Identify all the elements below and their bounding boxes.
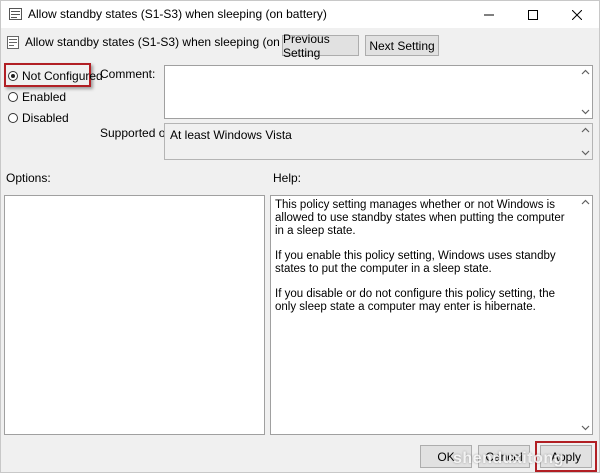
radio-unselected-icon [8,113,18,123]
help-panel[interactable]: This policy setting manages whether or n… [270,195,593,435]
help-paragraph: This policy setting manages whether or n… [275,199,565,237]
options-label: Options: [6,171,51,185]
radio-label: Enabled [22,90,67,104]
next-setting-button[interactable]: Next Setting [365,35,439,56]
window-title: Allow standby states (S1-S3) when sleepi… [28,7,327,21]
comment-label: Comment: [100,67,156,81]
scroll-up-icon[interactable] [581,69,590,75]
help-paragraph: If you enable this policy setting, Windo… [275,250,556,275]
scroll-up-icon[interactable] [581,199,590,205]
policy-app-icon [9,8,22,20]
supported-on-field: At least Windows Vista [164,123,593,160]
radio-enabled[interactable]: Enabled [8,90,66,104]
radio-disabled[interactable]: Disabled [8,111,69,125]
minimize-button[interactable] [467,1,511,28]
close-button[interactable] [555,1,599,28]
policy-name: Allow standby states (S1-S3) when sleepi… [25,35,324,49]
dialog-window: Allow standby states (S1-S3) when sleepi… [0,0,600,473]
policy-setting-icon [7,36,19,49]
radio-label: Not Configured [22,69,103,83]
help-paragraph: If you disable or do not configure this … [275,288,555,313]
maximize-icon [528,9,538,20]
minimize-icon [484,14,494,15]
radio-unselected-icon [8,92,18,102]
radio-selected-icon [8,71,18,81]
options-panel [4,195,265,435]
close-icon [572,9,582,20]
scroll-up-icon[interactable] [581,127,590,133]
scroll-down-icon[interactable] [581,150,590,156]
radio-label: Disabled [22,111,69,125]
scroll-down-icon[interactable] [581,425,590,431]
radio-not-configured[interactable]: Not Configured [8,69,103,83]
comment-textarea[interactable] [164,65,593,119]
watermark: shenduxitong [453,450,564,467]
maximize-button[interactable] [511,1,555,28]
title-bar: Allow standby states (S1-S3) when sleepi… [1,1,599,28]
previous-setting-button[interactable]: Previous Setting [282,32,359,60]
help-text: This policy setting manages whether or n… [275,199,575,326]
help-label: Help: [273,171,302,185]
scroll-down-icon[interactable] [581,109,590,115]
supported-on-value: At least Windows Vista [170,128,292,142]
